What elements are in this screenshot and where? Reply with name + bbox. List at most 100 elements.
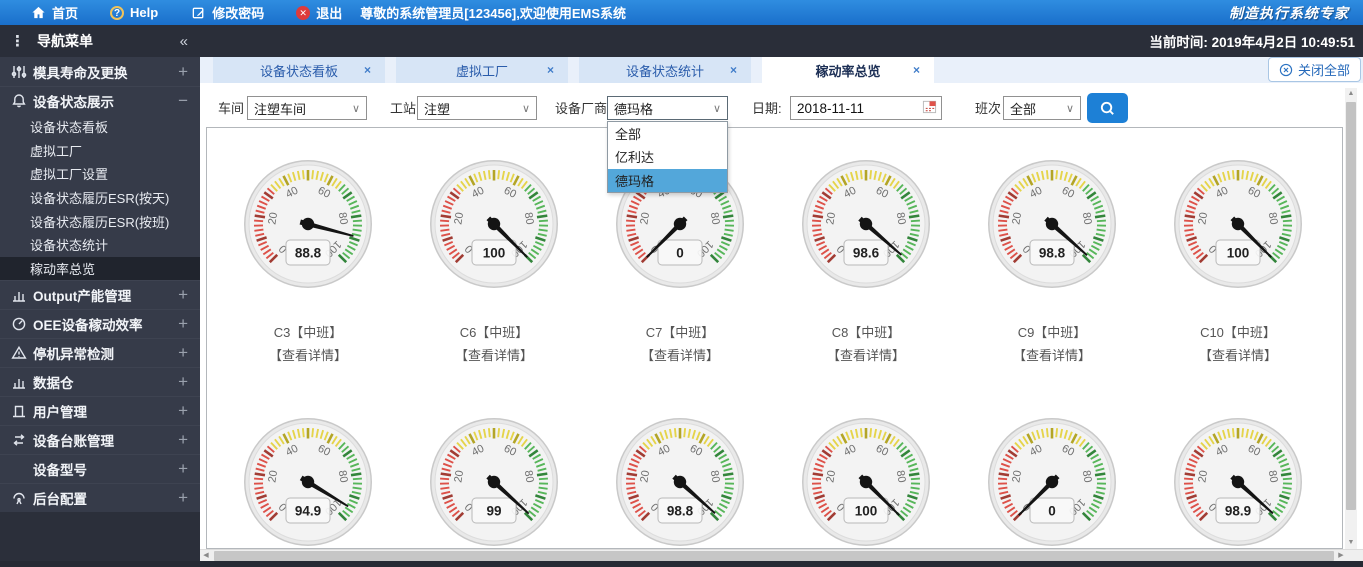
help-button[interactable]: ? Help bbox=[110, 5, 158, 20]
scroll-left-arrow[interactable]: ◀ bbox=[200, 550, 212, 562]
svg-text:80: 80 bbox=[1266, 469, 1280, 483]
view-detail-link[interactable]: 【查看详情】 bbox=[269, 345, 347, 364]
workshop-select[interactable]: 注塑车间 ∨ bbox=[247, 96, 367, 120]
sidebar-group[interactable]: 设备状态展示 − bbox=[0, 86, 200, 115]
expand-plus-icon[interactable]: + bbox=[178, 285, 188, 305]
svg-text:20: 20 bbox=[266, 469, 280, 483]
view-detail-link[interactable]: 【查看详情】 bbox=[1013, 345, 1091, 364]
gauge-cell: 0 20 40 60 80 100 88.8 C3【中班】 【查看详情】 bbox=[215, 158, 401, 364]
gauge-cell: 0 20 40 60 80 100 98.8 bbox=[587, 416, 773, 548]
sidebar-header: ⋮ 导航菜单 « bbox=[0, 25, 200, 57]
home-button[interactable]: 首页 bbox=[30, 3, 78, 22]
calendar-icon[interactable] bbox=[922, 99, 937, 117]
svg-text:20: 20 bbox=[824, 469, 838, 483]
welcome-message: 尊敬的系统管理员[123456],欢迎使用EMS系统 bbox=[360, 6, 627, 21]
search-icon bbox=[1100, 101, 1114, 115]
sidebar-group[interactable]: 数据仓 + bbox=[0, 367, 200, 396]
vertical-scroll-thumb[interactable] bbox=[1346, 102, 1356, 510]
vendor-select[interactable]: 德玛格 ∨ bbox=[607, 96, 728, 120]
scroll-up-arrow[interactable]: ▲ bbox=[1345, 88, 1357, 100]
logout-button[interactable]: ✕ 退出 bbox=[296, 3, 342, 22]
vertical-scrollbar[interactable]: ▲ ▼ bbox=[1345, 88, 1357, 549]
expand-plus-icon[interactable]: + bbox=[178, 459, 188, 479]
horizontal-scrollbar[interactable]: ◀ ▶ bbox=[200, 549, 1363, 561]
bar-chart-icon bbox=[8, 287, 30, 303]
view-detail-link[interactable]: 【查看详情】 bbox=[455, 345, 533, 364]
expand-plus-icon[interactable]: + bbox=[178, 430, 188, 450]
gauge-cell: 0204060801000 bbox=[959, 416, 1145, 548]
workshop-label: 车间 bbox=[218, 101, 245, 116]
tab-close-icon[interactable]: × bbox=[547, 63, 554, 77]
svg-text:80: 80 bbox=[336, 469, 350, 483]
date-input[interactable]: 2018-11-11 bbox=[790, 96, 942, 120]
search-button[interactable] bbox=[1087, 93, 1128, 123]
view-detail-link[interactable]: 【查看详情】 bbox=[641, 345, 719, 364]
svg-text:80: 80 bbox=[894, 469, 908, 483]
gauge-row: 0 20 40 60 80 100 88.8 C3【中班】 【查看详情】 0 20 40 60 80 100… bbox=[207, 158, 1342, 364]
sidebar-group[interactable]: 设备型号 + bbox=[0, 454, 200, 483]
gauge-dial: 02040 608010098.8 bbox=[988, 160, 1116, 288]
sidebar-group[interactable]: OEE设备稼动效率 + bbox=[0, 309, 200, 338]
gauge-value: 98.9 bbox=[1225, 504, 1251, 519]
chevron-down-icon: ∨ bbox=[521, 102, 530, 115]
vendor-option[interactable]: 全部 bbox=[608, 122, 727, 145]
tab-label: 设备状态统计 bbox=[625, 63, 704, 79]
scroll-right-arrow[interactable]: ▶ bbox=[1335, 550, 1347, 562]
station-value: 注塑 bbox=[424, 101, 451, 117]
sidebar-group[interactable]: 设备台账管理 + bbox=[0, 425, 200, 454]
sidebar-item[interactable]: 虚拟工厂设置 bbox=[0, 162, 200, 186]
gauge-cell: 020406080100100C10【中班】【查看详情】 bbox=[1145, 158, 1331, 364]
sidebar-group[interactable]: 用户管理 + bbox=[0, 396, 200, 425]
sidebar-item[interactable]: 设备状态履历ESR(按天) bbox=[0, 186, 200, 210]
view-detail-link[interactable]: 【查看详情】 bbox=[827, 345, 905, 364]
sidebar-collapse-icon[interactable]: « bbox=[180, 33, 188, 50]
tab-close-icon[interactable]: × bbox=[913, 63, 920, 77]
expand-plus-icon[interactable]: + bbox=[178, 488, 188, 508]
horizontal-scroll-thumb[interactable] bbox=[214, 551, 1334, 561]
gauge-value: 98.6 bbox=[853, 246, 880, 261]
sidebar-group-label: 模具寿命及更换 bbox=[33, 65, 128, 81]
sidebar-item[interactable]: 虚拟工厂 bbox=[0, 139, 200, 163]
sliders-icon bbox=[8, 64, 30, 80]
sidebar-group[interactable]: 后台配置 + bbox=[0, 483, 200, 512]
vendor-value: 德玛格 bbox=[614, 101, 654, 117]
navigation-sidebar: 模具寿命及更换 + 设备状态展示 − 设备状态看板 虚拟工厂 虚拟工厂设置 设备状态履历ESR… bbox=[0, 57, 200, 561]
sidebar-item[interactable]: 设备状态看板 bbox=[0, 115, 200, 139]
collapse-minus-icon[interactable]: − bbox=[178, 91, 188, 111]
home-icon bbox=[30, 5, 46, 21]
tab[interactable]: 设备状态统计 × bbox=[579, 57, 751, 83]
tab[interactable]: 设备状态看板 × bbox=[213, 57, 385, 83]
machine-label: C6【中班】 bbox=[459, 325, 529, 340]
svg-text:20: 20 bbox=[824, 211, 838, 225]
expand-plus-icon[interactable]: + bbox=[178, 62, 188, 82]
vendor-option[interactable]: 亿利达 bbox=[608, 145, 727, 168]
sidebar-title: 导航菜单 bbox=[37, 33, 93, 49]
expand-plus-icon[interactable]: + bbox=[178, 401, 188, 421]
expand-plus-icon[interactable]: + bbox=[178, 343, 188, 363]
vendor-option[interactable]: 德玛格 bbox=[608, 168, 727, 192]
tab-close-icon[interactable]: × bbox=[730, 63, 737, 77]
view-detail-link[interactable]: 【查看详情】 bbox=[1199, 345, 1277, 364]
help-icon: ? bbox=[110, 5, 125, 20]
sidebar-group[interactable]: 停机异常检测 + bbox=[0, 338, 200, 367]
tab[interactable]: 稼动率总览 × bbox=[762, 57, 934, 83]
sidebar-group[interactable]: Output产能管理 + bbox=[0, 280, 200, 309]
sidebar-group-label: 设备台账管理 bbox=[33, 434, 114, 450]
svg-text:20: 20 bbox=[266, 211, 280, 225]
sidebar-item[interactable]: 设备状态履历ESR(按班) bbox=[0, 209, 200, 233]
close-all-tabs-button[interactable]: 关闭全部 bbox=[1267, 57, 1361, 82]
gauge-cell: 020406080100100C6【中班】【查看详情】 bbox=[401, 158, 587, 364]
tab[interactable]: 虚拟工厂 × bbox=[396, 57, 568, 83]
sidebar-item[interactable]: 设备状态统计 bbox=[0, 233, 200, 257]
sidebar-group[interactable]: 模具寿命及更换 + bbox=[0, 57, 200, 86]
expand-plus-icon[interactable]: + bbox=[178, 314, 188, 334]
scroll-down-arrow[interactable]: ▼ bbox=[1345, 537, 1357, 549]
expand-plus-icon[interactable]: + bbox=[178, 372, 188, 392]
change-password-button[interactable]: 修改密码 bbox=[190, 3, 264, 22]
shift-select[interactable]: 全部 ∨ bbox=[1003, 96, 1081, 120]
gauge-dial: 02040 608010098.8 bbox=[616, 418, 744, 546]
machine-label: C3【中班】 bbox=[273, 325, 343, 340]
station-select[interactable]: 注塑 ∨ bbox=[417, 96, 537, 120]
tab-close-icon[interactable]: × bbox=[364, 63, 371, 77]
sidebar-item[interactable]: 稼动率总览 bbox=[0, 256, 200, 281]
